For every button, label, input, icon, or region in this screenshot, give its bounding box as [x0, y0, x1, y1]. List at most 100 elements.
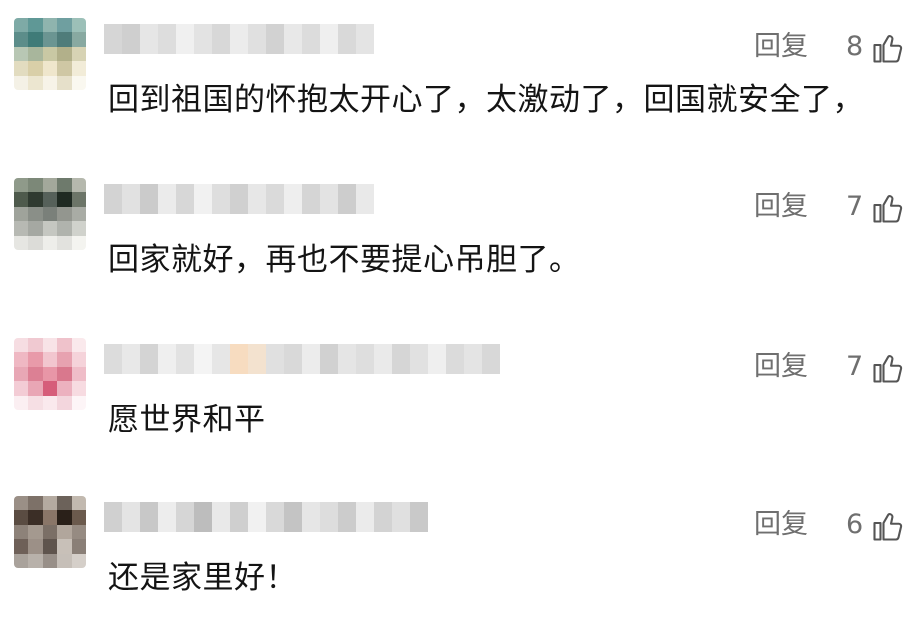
- avatar-pixel: [14, 496, 29, 511]
- username-pixel: [320, 24, 338, 54]
- username-pixel: [392, 344, 410, 374]
- avatar-pixel: [71, 352, 86, 367]
- comment-item: 回复 7 回家就好，再也不要提心吊胆了。: [0, 160, 916, 310]
- avatar-pixel: [71, 539, 86, 554]
- avatar-pixel: [71, 61, 86, 76]
- username-pixel: [302, 502, 320, 532]
- avatar[interactable]: [14, 338, 86, 410]
- avatar-pixel: [14, 178, 29, 193]
- thumbs-up-icon[interactable]: [870, 30, 906, 66]
- avatar-pixel: [57, 178, 72, 193]
- username-blurred[interactable]: [104, 184, 374, 214]
- like-count: 7: [846, 351, 864, 382]
- avatar-pixel: [28, 221, 43, 236]
- username-pixel: [194, 344, 212, 374]
- avatar-pixel: [71, 510, 86, 525]
- avatar-pixel: [42, 221, 58, 236]
- username-pixel: [284, 24, 302, 54]
- avatar-pixel: [28, 524, 43, 540]
- thumbs-up-icon[interactable]: [870, 508, 906, 544]
- avatar-pixel: [57, 32, 72, 47]
- reply-button[interactable]: 回复: [754, 30, 808, 64]
- username-pixel: [158, 24, 176, 54]
- avatar-pixel: [57, 366, 72, 382]
- avatar-pixel: [42, 235, 58, 250]
- username-pixel: [320, 344, 338, 374]
- avatar-pixel: [57, 46, 72, 62]
- avatar-pixel: [28, 75, 43, 90]
- reply-button[interactable]: 回复: [754, 190, 808, 224]
- like-count: 6: [846, 509, 864, 540]
- username-pixel: [464, 344, 482, 374]
- username-pixel: [212, 184, 230, 214]
- username-pixel: [176, 502, 194, 532]
- username-pixel: [194, 24, 212, 54]
- avatar-pixel: [57, 192, 72, 207]
- username-pixel: [266, 502, 284, 532]
- like-count: 8: [846, 31, 864, 62]
- avatar-pixel: [71, 366, 86, 382]
- username-pixel: [212, 344, 230, 374]
- comment-text: 回到祖国的怀抱太开心了，太激动了，回国就安全了，: [108, 82, 864, 118]
- avatar-pixel: [42, 75, 58, 90]
- thumbs-up-icon[interactable]: [870, 350, 906, 386]
- avatar-pixel: [57, 510, 72, 525]
- username-blurred[interactable]: [104, 24, 374, 54]
- avatar-pixel: [42, 206, 58, 222]
- avatar-pixel: [57, 381, 72, 396]
- avatar[interactable]: [14, 496, 86, 568]
- username-pixel: [410, 344, 428, 374]
- avatar-pixel: [28, 206, 43, 222]
- username-blurred[interactable]: [104, 502, 428, 532]
- reply-button[interactable]: 回复: [754, 508, 808, 542]
- avatar-pixel: [28, 510, 43, 525]
- username-pixel: [266, 344, 284, 374]
- avatar-pixel: [71, 553, 86, 568]
- username-pixel: [338, 184, 356, 214]
- reply-button[interactable]: 回复: [754, 350, 808, 384]
- avatar-pixel: [71, 206, 86, 222]
- avatar-pixel: [14, 352, 29, 367]
- avatar-pixel: [57, 235, 72, 250]
- avatar-pixel: [28, 18, 43, 33]
- avatar-pixel: [71, 75, 86, 90]
- username-pixel: [248, 24, 266, 54]
- avatar-pixel: [14, 539, 29, 554]
- avatar-pixel: [71, 235, 86, 250]
- thumbs-up-icon[interactable]: [870, 190, 906, 226]
- avatar-pixel: [71, 32, 86, 47]
- comment-item: 回复 6 还是家里好！: [0, 478, 916, 628]
- avatar-pixel: [14, 510, 29, 525]
- avatar-pixel: [42, 395, 58, 410]
- username-pixel: [212, 502, 230, 532]
- username-pixel: [302, 24, 320, 54]
- username-pixel: [122, 344, 140, 374]
- username-blurred[interactable]: [104, 344, 500, 374]
- username-pixel: [338, 502, 356, 532]
- username-pixel: [338, 24, 356, 54]
- avatar-pixel: [28, 553, 43, 568]
- comment-item: 回复 8 回到祖国的怀抱太开心了，太激动了，回国就安全了，: [0, 0, 916, 150]
- avatar-pixel: [71, 395, 86, 410]
- username-pixel: [212, 24, 230, 54]
- username-pixel: [104, 184, 122, 214]
- avatar-pixel: [28, 46, 43, 62]
- avatar-pixel: [71, 221, 86, 236]
- username-pixel: [104, 502, 122, 532]
- avatar[interactable]: [14, 18, 86, 90]
- avatar-pixel: [28, 338, 43, 353]
- username-pixel: [122, 184, 140, 214]
- username-pixel: [176, 24, 194, 54]
- avatar-pixel: [14, 553, 29, 568]
- username-pixel: [230, 502, 248, 532]
- avatar-pixel: [14, 18, 29, 33]
- avatar[interactable]: [14, 178, 86, 250]
- username-pixel: [176, 344, 194, 374]
- avatar-pixel: [28, 395, 43, 410]
- avatar-pixel: [57, 496, 72, 511]
- avatar-pixel: [42, 61, 58, 76]
- avatar-pixel: [71, 524, 86, 540]
- username-pixel: [356, 502, 374, 532]
- username-pixel: [320, 184, 338, 214]
- avatar-pixel: [42, 32, 58, 47]
